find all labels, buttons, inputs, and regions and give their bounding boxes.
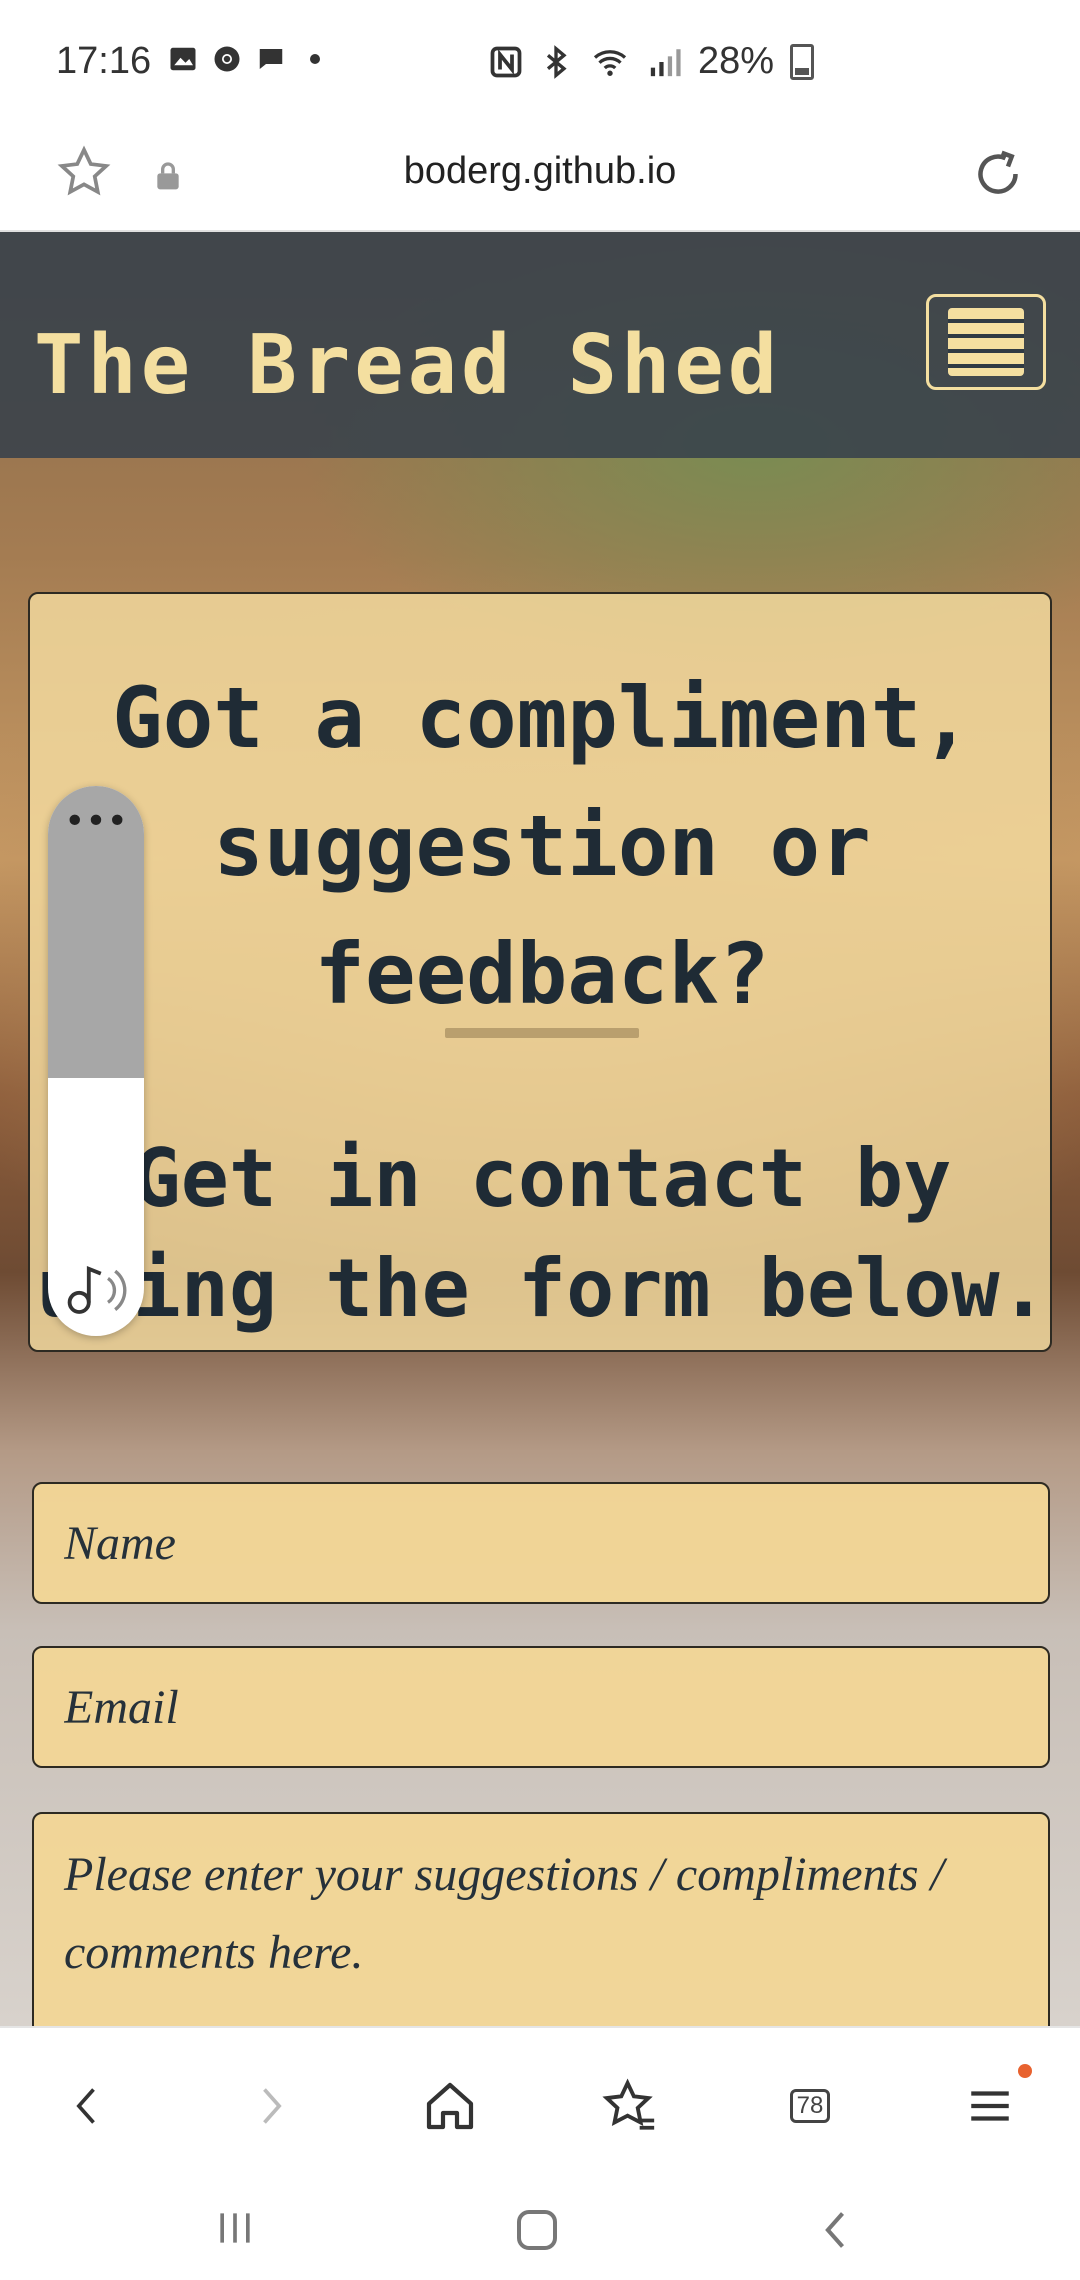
home-button[interactable] [410, 2066, 490, 2146]
dot-icon [310, 54, 320, 64]
address-bar: boderg.github.io [0, 128, 1080, 232]
system-icons: 28% [488, 40, 814, 83]
chat-icon [259, 49, 283, 69]
menu-toggle-button[interactable] [926, 294, 1046, 390]
tabs-button[interactable]: 78 [770, 2066, 850, 2146]
back-nav-icon[interactable] [815, 2206, 859, 2254]
nfc-icon [490, 46, 522, 77]
system-nav-bar [0, 2176, 1080, 2280]
home-nav-icon[interactable] [512, 2206, 562, 2254]
more-options-icon[interactable]: ••• [48, 804, 144, 840]
home-icon [426, 2082, 474, 2130]
site-header: The Bread Shed [0, 232, 1080, 458]
status-bar: 17:16 28% [0, 0, 1080, 128]
bookmarks-button[interactable] [590, 2066, 670, 2146]
name-field[interactable] [32, 1482, 1050, 1604]
notification-dot [1018, 2064, 1032, 2078]
message-field[interactable] [32, 1812, 1050, 2026]
browser-toolbar: 78 [0, 2026, 1080, 2178]
url-text[interactable]: boderg.github.io [0, 150, 1080, 193]
hamburger-icon [948, 308, 1024, 376]
media-volume-widget[interactable]: ••• [48, 786, 144, 1336]
web-page: The Bread Shed Got a compliment, suggest… [0, 232, 1080, 2026]
email-field[interactable] [32, 1646, 1050, 1768]
battery-icon [790, 43, 814, 80]
clock: 17:16 [56, 40, 152, 82]
intro-heading: Got a compliment, suggestion or feedback… [112, 669, 972, 1023]
tabs-count: 78 [789, 2089, 831, 2123]
bookmarks-star-icon [602, 2078, 655, 2130]
recent-apps-icon[interactable] [210, 2206, 260, 2250]
wifi-icon [593, 49, 627, 76]
signal-icon [650, 48, 681, 76]
back-arrow-icon [76, 2088, 95, 2124]
forward-arrow-icon [263, 2088, 282, 2124]
battery-percent: 28% [697, 40, 774, 82]
intro-card: Got a compliment, suggestion or feedback… [28, 592, 1052, 1352]
intro-subheading: Get in contact by using the form below. [36, 1132, 1048, 1335]
site-brand[interactable]: The Bread Shed [34, 318, 781, 413]
divider [445, 1028, 639, 1038]
menu-lines-icon [971, 2091, 1009, 2121]
chrome-icon [214, 46, 240, 72]
sound-note-icon[interactable] [48, 1258, 144, 1318]
image-icon [170, 47, 196, 71]
bluetooth-icon [546, 44, 567, 79]
browser-menu-button[interactable] [950, 2064, 1032, 2146]
forward-button[interactable] [230, 2066, 310, 2146]
notification-icons [168, 44, 330, 74]
reload-icon[interactable] [968, 144, 1028, 204]
back-button[interactable] [48, 2066, 128, 2146]
